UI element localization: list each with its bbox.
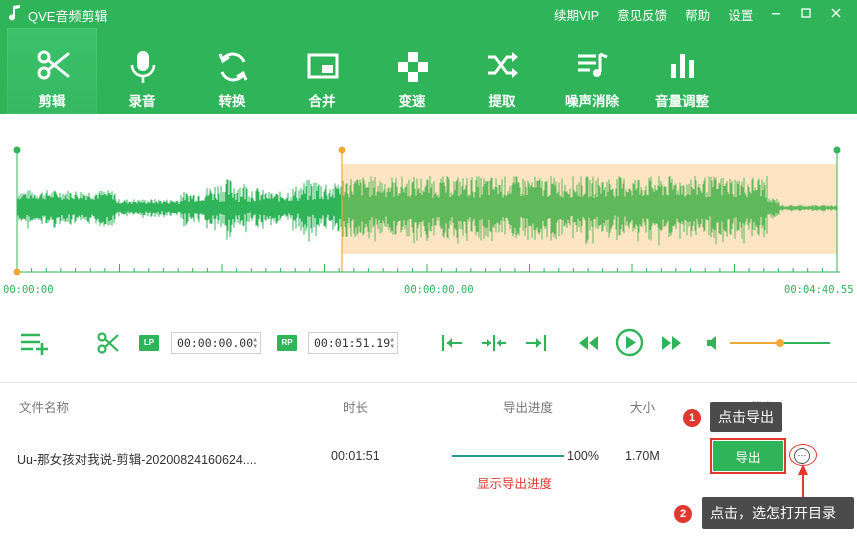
speed-icon	[398, 52, 428, 82]
waveform	[16, 176, 838, 246]
col-name-header: 文件名称	[19, 401, 70, 415]
volume-fill	[730, 342, 780, 344]
left-boundary-handle[interactable]	[13, 146, 21, 154]
denoise-icon	[578, 52, 608, 77]
col-size-header: 大小	[630, 401, 656, 415]
step-1-tooltip: 点击导出	[710, 402, 782, 432]
rp-badge[interactable]: RP	[277, 335, 297, 351]
lp-time-input[interactable]: 00:00:00.00 ▲ ▼	[171, 332, 261, 354]
music-note-icon	[9, 5, 20, 21]
step-2-badge: 2	[674, 505, 692, 523]
pointer-arrow-icon	[798, 464, 808, 500]
right-boundary-handle[interactable]	[833, 146, 841, 154]
waveform-editor[interactable]	[0, 114, 857, 298]
app-window: QVE音频剪辑 续期VIP 意见反馈 帮助 设置 剪辑 录音 转换 合并 变速 …	[0, 0, 857, 544]
volume-bars-icon	[671, 54, 694, 78]
export-progress-percent: 100%	[567, 449, 599, 463]
close-button[interactable]	[821, 3, 851, 23]
playhead-marker[interactable]	[13, 268, 21, 276]
export-progress-fill	[452, 455, 564, 457]
tool-merge[interactable]: 合并	[277, 28, 367, 114]
renew-vip-link[interactable]: 续期VIP	[554, 5, 599, 24]
tool-record-label: 录音	[128, 94, 156, 109]
tool-extract[interactable]: 提取	[457, 28, 547, 114]
tool-volume[interactable]: 音量调整	[637, 28, 727, 114]
jump-to-cursor-icon[interactable]	[481, 334, 507, 352]
window-controls	[761, 3, 851, 23]
selection-start-handle[interactable]	[338, 146, 346, 154]
lp-time-value: 00:00:00.00	[177, 336, 254, 350]
rewind-icon[interactable]	[578, 335, 600, 351]
col-duration-header: 时长	[343, 401, 369, 415]
scissors-icon	[37, 50, 70, 80]
maximize-button[interactable]	[791, 3, 821, 23]
play-icon[interactable]	[615, 328, 644, 357]
tool-record[interactable]: 录音	[97, 28, 187, 114]
timeline-ticks	[16, 264, 838, 272]
speaker-icon[interactable]	[706, 335, 722, 351]
rp-time-input[interactable]: 00:01:51.19 ▲ ▼	[308, 332, 398, 354]
file-name: Uu-那女孩对我说-剪辑-20200824160624....	[17, 453, 257, 467]
convert-icon	[218, 52, 248, 82]
tick-marks	[16, 264, 838, 272]
col-progress-header: 导出进度	[503, 401, 554, 415]
jump-to-start-icon[interactable]	[441, 334, 463, 352]
lp-time-spinner[interactable]: ▲ ▼	[253, 336, 257, 350]
rp-time-value: 00:01:51.19	[314, 336, 391, 350]
tool-denoise-label: 噪声消除	[565, 94, 619, 109]
maximize-icon	[801, 8, 811, 18]
cut-scissors-icon[interactable]	[97, 332, 119, 354]
jump-to-end-icon[interactable]	[525, 334, 547, 352]
minimize-icon	[772, 13, 780, 15]
file-duration: 00:01:51	[331, 449, 380, 463]
close-icon	[831, 8, 841, 18]
minimize-button[interactable]	[761, 3, 791, 23]
extract-icon	[488, 52, 518, 78]
export-progress-bar	[452, 455, 564, 457]
time-end-label: 00:04:40.55	[784, 284, 854, 296]
title-bar: QVE音频剪辑 续期VIP 意见反馈 帮助 设置	[0, 0, 857, 28]
file-size: 1.70M	[625, 449, 660, 463]
top-links: 续期VIP 意见反馈 帮助 设置	[554, 5, 753, 24]
tool-speed-label: 变速	[398, 94, 426, 109]
time-start-label: 00:00:00	[3, 284, 54, 296]
export-button[interactable]: 导出	[710, 438, 786, 474]
tool-extract-label: 提取	[488, 94, 516, 109]
rp-time-spinner[interactable]: ▲ ▼	[390, 336, 394, 350]
tool-merge-label: 合并	[308, 94, 336, 109]
step-2-tooltip: 点击，选怎打开目录	[702, 497, 854, 529]
step-1-badge: 1	[683, 409, 701, 427]
tool-cut-label: 剪辑	[38, 94, 66, 109]
merge-icon	[307, 53, 339, 79]
feedback-link[interactable]: 意见反馈	[617, 5, 667, 24]
add-to-list-icon[interactable]	[20, 331, 50, 355]
time-cursor-label: 00:00:00.00	[404, 284, 474, 296]
tool-denoise[interactable]: 噪声消除	[547, 28, 637, 114]
tool-convert-label: 转换	[218, 94, 246, 109]
progress-note: 显示导出进度	[477, 477, 553, 491]
microphone-icon	[130, 51, 156, 83]
divider	[0, 382, 857, 383]
tool-volume-label: 音量调整	[655, 94, 709, 109]
main-toolbar: 剪辑 录音 转换 合并 变速 提取 噪声消除 音量调整	[0, 28, 857, 114]
volume-slider[interactable]	[730, 339, 830, 347]
app-title: QVE音频剪辑	[28, 9, 108, 24]
help-link[interactable]: 帮助	[685, 5, 710, 24]
volume-knob[interactable]	[776, 339, 784, 347]
tool-cut[interactable]: 剪辑	[7, 28, 97, 114]
tool-speed[interactable]: 变速	[367, 28, 457, 114]
tool-convert[interactable]: 转换	[187, 28, 277, 114]
lp-badge[interactable]: LP	[139, 335, 159, 351]
settings-link[interactable]: 设置	[728, 5, 753, 24]
fast-forward-icon[interactable]	[661, 335, 683, 351]
